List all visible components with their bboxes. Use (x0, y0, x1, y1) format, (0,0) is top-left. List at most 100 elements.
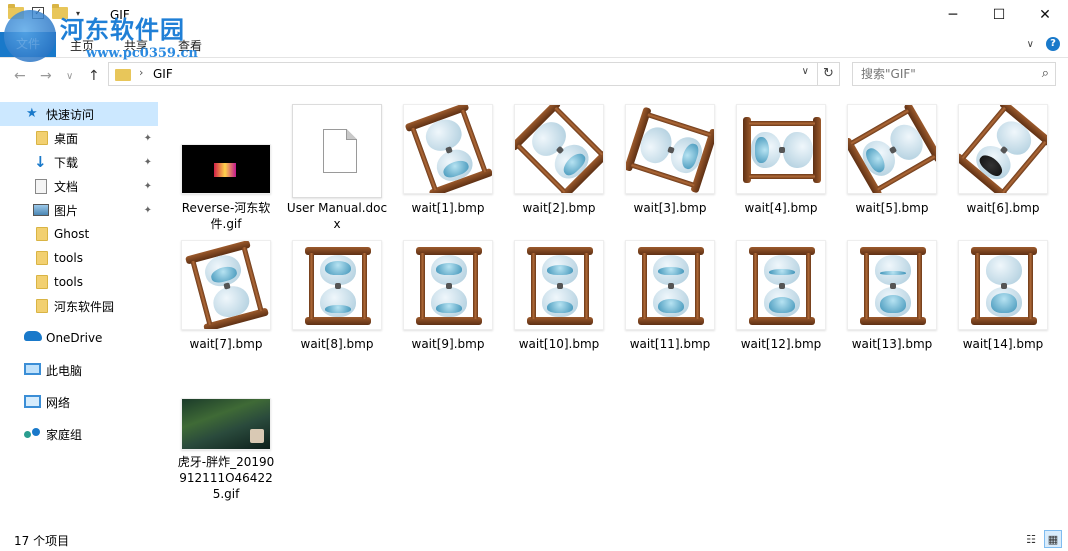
search-box[interactable]: ⌕ (852, 62, 1056, 86)
file-name: wait[9].bmp (411, 337, 485, 351)
sidebar-item-network[interactable]: 网络 (0, 390, 158, 414)
sidebar-item-quick-access[interactable]: ★ 快速访问 (0, 102, 158, 126)
document-icon (35, 178, 47, 194)
sidebar-item-hedong[interactable]: 河东软件园 (0, 294, 158, 318)
sidebar-item-ghost[interactable]: Ghost (0, 222, 158, 246)
minimize-button[interactable]: ─ (930, 0, 976, 30)
sidebar-item-downloads[interactable]: ↓ 下载 ✦ (0, 150, 158, 174)
tab-view[interactable]: 查看 (178, 37, 202, 54)
sidebar-item-label: 快速访问 (46, 107, 95, 122)
customize-toolbar-dropdown-icon[interactable]: ▾ (76, 9, 80, 18)
tab-home[interactable]: 主页 (70, 37, 94, 54)
tab-file[interactable]: 文件 (0, 32, 56, 57)
file-name: wait[3].bmp (633, 201, 707, 215)
file-item[interactable]: wait[14].bmp (951, 240, 1055, 352)
folder-icon (36, 251, 48, 265)
file-item[interactable]: wait[10].bmp (507, 240, 611, 352)
file-item[interactable]: wait[2].bmp (507, 104, 611, 232)
up-arrow-icon[interactable]: ↑ (88, 68, 100, 84)
file-item[interactable]: wait[1].bmp (396, 104, 500, 232)
hourglass-thumbnail (292, 240, 382, 330)
document-icon (292, 104, 382, 198)
properties-check-icon[interactable]: ✓ (32, 7, 44, 19)
sidebar-item-label: 下载 (54, 155, 79, 170)
file-item[interactable]: User Manual.docx (285, 104, 389, 232)
help-icon[interactable]: ? (1046, 37, 1060, 51)
file-name: wait[5].bmp (855, 201, 929, 215)
file-item[interactable]: wait[8].bmp (285, 240, 389, 352)
quick-access-toolbar: ✓ ▾ (8, 4, 80, 19)
folder-icon (36, 299, 48, 313)
address-bar[interactable]: › GIF ∨ ↻ (108, 62, 840, 86)
details-view-icon[interactable]: ☷ (1022, 530, 1040, 548)
address-dropdown-icon[interactable]: ∨ (802, 66, 809, 77)
pin-icon[interactable]: ✦ (144, 181, 152, 192)
file-item[interactable]: wait[5].bmp (840, 104, 944, 232)
download-arrow-icon: ↓ (34, 153, 47, 171)
file-name: wait[1].bmp (411, 201, 485, 215)
forward-arrow-icon[interactable]: → (40, 68, 52, 84)
file-item[interactable]: Reverse-河东软件.gif (174, 104, 278, 232)
sidebar-item-label: 网络 (46, 395, 71, 410)
breadcrumb-separator-icon[interactable]: › (139, 66, 143, 79)
sidebar-item-this-pc[interactable]: 此电脑 (0, 358, 158, 382)
sidebar-item-onedrive[interactable]: OneDrive (0, 326, 158, 350)
folder-icon (8, 4, 24, 19)
close-button[interactable]: ✕ (1022, 0, 1068, 30)
star-icon: ★ (26, 106, 38, 121)
item-count: 17 个项目 (14, 534, 70, 548)
file-name: wait[2].bmp (522, 201, 596, 215)
search-input[interactable] (853, 63, 1033, 85)
large-icons-view-icon[interactable]: ▦ (1044, 530, 1062, 548)
maximize-button[interactable]: ☐ (976, 0, 1022, 30)
sidebar-item-homegroup[interactable]: 家庭组 (0, 422, 158, 446)
refresh-icon[interactable]: ↻ (817, 63, 839, 85)
file-name: wait[14].bmp (962, 337, 1044, 351)
expand-ribbon-chevron-icon[interactable]: ∨ (1027, 39, 1034, 50)
file-item[interactable]: wait[11].bmp (618, 240, 722, 352)
title-bar: ✓ ▾ GIF ─ ☐ ✕ (0, 0, 1068, 32)
window-title: GIF (110, 8, 130, 22)
pin-icon[interactable]: ✦ (144, 157, 152, 168)
new-folder-icon[interactable] (52, 4, 68, 19)
file-item[interactable]: wait[4].bmp (729, 104, 833, 232)
folder-icon (36, 275, 48, 289)
recent-locations-chevron-icon[interactable]: ∨ (66, 71, 73, 82)
pictures-icon (33, 204, 49, 216)
sidebar-item-label: OneDrive (46, 331, 103, 345)
file-name: wait[12].bmp (740, 337, 822, 351)
hourglass-thumbnail (625, 240, 715, 330)
file-item[interactable]: wait[6].bmp (951, 104, 1055, 232)
hourglass-thumbnail (847, 104, 937, 194)
file-item[interactable]: wait[3].bmp (618, 104, 722, 232)
file-item[interactable]: wait[13].bmp (840, 240, 944, 352)
file-item[interactable]: wait[7].bmp (174, 240, 278, 352)
search-icon[interactable]: ⌕ (1042, 66, 1049, 81)
hourglass-thumbnail (403, 104, 493, 194)
file-item[interactable]: wait[9].bmp (396, 240, 500, 352)
breadcrumb-gif[interactable]: GIF (153, 67, 173, 81)
hourglass-thumbnail (847, 240, 937, 330)
back-arrow-icon[interactable]: ← (14, 68, 26, 84)
sidebar-item-desktop[interactable]: 桌面 ✦ (0, 126, 158, 150)
gif-thumbnail (181, 398, 271, 450)
sidebar-item-label: 此电脑 (46, 363, 83, 378)
sidebar-item-pictures[interactable]: 图片 ✦ (0, 198, 158, 222)
file-name: wait[6].bmp (966, 201, 1040, 215)
file-name: User Manual.docx (286, 201, 388, 231)
navigation-pane: ★ 快速访问 桌面 ✦ ↓ 下载 ✦ 文档 ✦ 图片 ✦ Ghost tools… (0, 100, 158, 524)
hourglass-thumbnail (181, 240, 271, 330)
sidebar-item-tools[interactable]: tools (0, 246, 158, 270)
folder-icon (115, 69, 131, 81)
sidebar-item-label: 文档 (54, 179, 79, 194)
gif-thumbnail (181, 144, 271, 194)
file-item[interactable]: 虎牙-胖炸_20190912111O464225.gif (174, 396, 278, 506)
sidebar-item-documents[interactable]: 文档 ✦ (0, 174, 158, 198)
file-item[interactable]: wait[12].bmp (729, 240, 833, 352)
sidebar-item-label: 家庭组 (46, 427, 83, 442)
tab-share[interactable]: 共享 (124, 37, 148, 54)
pin-icon[interactable]: ✦ (144, 205, 152, 216)
file-name: wait[7].bmp (189, 337, 263, 351)
sidebar-item-tools-2[interactable]: tools (0, 270, 158, 294)
pin-icon[interactable]: ✦ (144, 133, 152, 144)
